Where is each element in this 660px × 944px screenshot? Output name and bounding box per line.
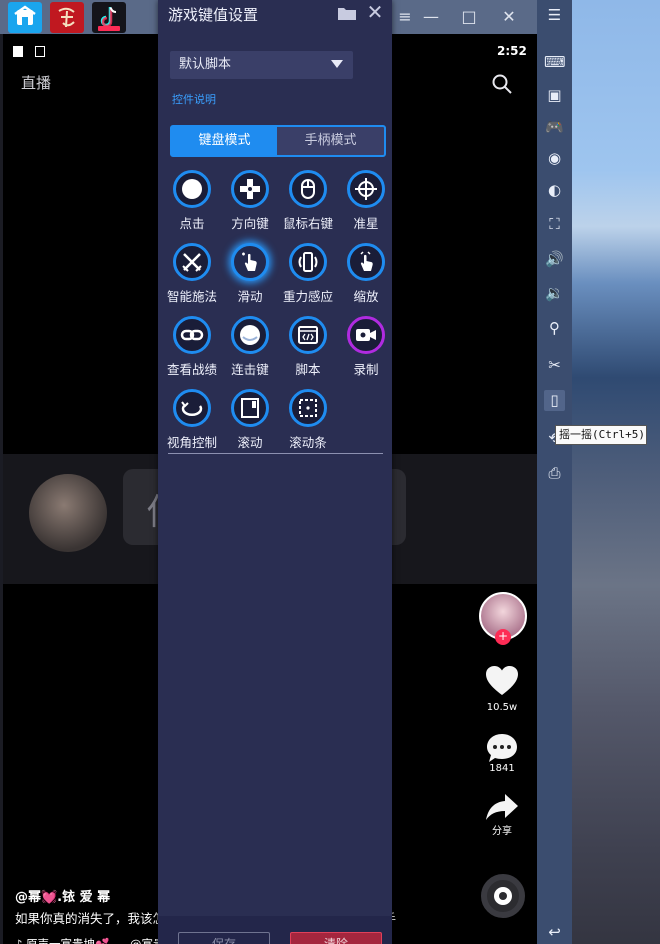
back-icon[interactable]: ↩: [544, 922, 565, 943]
close-button[interactable]: ✕: [496, 4, 522, 30]
circle-icon: [173, 170, 211, 208]
share-icon[interactable]: [485, 792, 519, 822]
script-icon: [289, 316, 327, 354]
maximize-button[interactable]: □: [456, 4, 482, 30]
control-script[interactable]: 脚本: [279, 316, 337, 384]
apk-install-icon[interactable]: ⎙: [544, 463, 565, 484]
fullscreen-icon[interactable]: ⛶: [544, 214, 565, 235]
record-icon: [347, 316, 385, 354]
combo-circle-icon: [231, 316, 269, 354]
link-icon: [173, 316, 211, 354]
swipe-hand-icon: [231, 243, 269, 281]
keyboard-status-icon: [35, 46, 45, 57]
control-label: 准星: [353, 216, 379, 231]
dpad-icon: [231, 170, 269, 208]
scroll-icon: [231, 389, 269, 427]
volume-down-icon[interactable]: 🔉: [544, 283, 565, 304]
comment-icon[interactable]: [485, 731, 519, 765]
chevron-down-icon[interactable]: [331, 60, 343, 68]
libai-app-tab[interactable]: [50, 2, 84, 33]
music-title[interactable]: ♪ 原声一富贵坤💕: [15, 936, 109, 944]
swords-icon: [173, 243, 211, 281]
clear-button[interactable]: 清除: [290, 932, 382, 944]
tab-keyboard-mode[interactable]: 键盘模式: [172, 127, 277, 155]
keyboard-icon[interactable]: ⌨: [544, 52, 566, 73]
script-select[interactable]: 默认脚本: [170, 51, 353, 79]
control-label: 滚动条: [289, 435, 327, 450]
controls-help-link[interactable]: 控件说明: [172, 91, 216, 107]
control-label: 录制: [353, 362, 379, 377]
folder-icon[interactable]: [337, 5, 357, 21]
scissors-icon[interactable]: ✂: [544, 355, 565, 376]
crosshair-icon: [347, 170, 385, 208]
caption-username[interactable]: @幂💓.铱 爱 幂: [15, 886, 110, 905]
control-crosshair[interactable]: 准星: [337, 170, 395, 238]
emulator-toolbar: ☰ ⌨ ▣ 🎮 ◉ ◐ ⛶ 🔊 🔉 ⚲ ✂ ▯ ⟲ ⎙ ↩: [537, 0, 572, 944]
blurred-avatar: [29, 474, 107, 552]
comment-count: 1841: [489, 763, 515, 774]
control-smart-cast[interactable]: 智能施法: [163, 243, 221, 311]
toggle-icon[interactable]: ◐: [544, 180, 565, 201]
control-tap[interactable]: 点击: [163, 170, 221, 238]
save-button[interactable]: 保存: [178, 932, 270, 944]
notification-icon: [13, 46, 23, 57]
tiktok-app-tab[interactable]: [92, 2, 126, 33]
follow-plus-icon[interactable]: +: [495, 629, 511, 645]
control-record[interactable]: 录制: [337, 316, 395, 384]
control-scroll[interactable]: 滚动: [221, 389, 279, 457]
menu-collapse-icon[interactable]: ☰: [544, 5, 565, 26]
scrollbar-icon: [289, 389, 327, 427]
control-combo[interactable]: 连击键: [221, 316, 279, 384]
control-label: 缩放: [353, 289, 379, 304]
live-tab[interactable]: 直播: [21, 72, 51, 93]
emulator-window: ≡ — □ ✕ 2:52 直播 你 + 10.5w 1841 分享 @幂💓.铱 …: [0, 0, 660, 944]
divider: [168, 453, 383, 454]
caption-text: 如果你真的消失了，我该怎: [15, 911, 166, 926]
pinch-hand-icon: [347, 243, 385, 281]
location-icon[interactable]: ⚲: [544, 318, 565, 339]
music-disc-icon[interactable]: [481, 874, 525, 918]
control-view-stats[interactable]: 查看战绩: [163, 316, 221, 384]
panel-title: 游戏键值设置: [168, 6, 259, 24]
tooltip: 摇一摇(Ctrl+5): [555, 425, 647, 445]
control-pinch[interactable]: 缩放: [337, 243, 395, 311]
tab-gamepad-mode[interactable]: 手柄模式: [277, 127, 384, 155]
control-swipe[interactable]: 滑动: [221, 243, 279, 311]
window-menu-button[interactable]: ≡: [392, 4, 418, 30]
control-dpad[interactable]: 方向键: [221, 170, 279, 238]
gravity-icon: [289, 243, 327, 281]
rotate-view-icon: [173, 389, 211, 427]
volume-up-icon[interactable]: 🔊: [544, 249, 565, 270]
mouse-icon: [289, 170, 327, 208]
like-count: 10.5w: [486, 702, 518, 713]
search-icon[interactable]: [491, 73, 513, 95]
control-gravity[interactable]: 重力感应: [279, 243, 337, 311]
desktop-wallpaper: [572, 0, 660, 944]
share-label: 分享: [492, 826, 512, 837]
heart-icon[interactable]: [484, 664, 520, 698]
gamepad-icon[interactable]: 🎮: [544, 117, 565, 138]
control-view-control[interactable]: 视角控制: [163, 389, 221, 457]
control-mouse-right[interactable]: 鼠标右键: [279, 170, 337, 238]
control-scrollbar[interactable]: 滚动条: [279, 389, 337, 457]
status-time: 2:52: [497, 44, 527, 58]
minimize-button[interactable]: —: [418, 4, 444, 30]
home-app-tab[interactable]: [8, 2, 42, 33]
panel-close-icon[interactable]: ✕: [365, 0, 385, 24]
screen-icon[interactable]: ▣: [544, 85, 565, 106]
eye-icon[interactable]: ◉: [544, 148, 565, 169]
shake-icon[interactable]: ▯: [544, 390, 565, 411]
